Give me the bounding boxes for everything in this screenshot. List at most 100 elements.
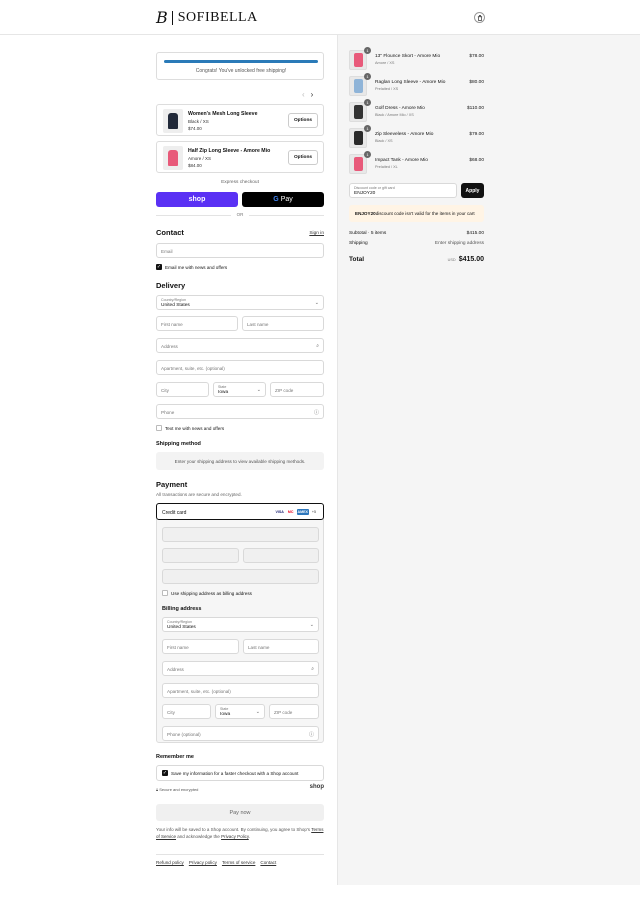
- options-button[interactable]: Options: [288, 150, 318, 165]
- billing-address-field[interactable]: Address ⌕: [162, 661, 319, 676]
- discount-label: Discount code or gift card: [354, 186, 395, 190]
- order-item: 1 Raglan Long Sleeve - Amore Mio Prelait…: [349, 73, 484, 96]
- last-name-placeholder: Last name: [247, 322, 269, 327]
- billing-country-select[interactable]: Country/Region United States ⌄: [162, 617, 319, 632]
- secure-label: Secure and encrypted: [159, 787, 199, 792]
- chevron-down-icon: ⌄: [309, 622, 314, 628]
- card-expiry-field[interactable]: [162, 548, 239, 563]
- item-name: Golf Dress - Amore Mio: [375, 106, 425, 111]
- warning-code: ENJOY20: [355, 211, 376, 216]
- shipping-method-heading: Shipping method: [156, 441, 201, 447]
- checkmark-icon: ✓: [162, 770, 168, 776]
- total-row: Total USD $415.00: [349, 256, 484, 263]
- email-field[interactable]: Email: [156, 243, 324, 258]
- terms-of-service-link[interactable]: Terms of service: [222, 860, 255, 865]
- free-shipping-message: Congrats! You've unlocked free shipping!: [195, 68, 287, 74]
- item-price: $78.00: [469, 54, 484, 59]
- chevron-right-icon[interactable]: ›: [311, 90, 314, 99]
- billing-city-field[interactable]: City: [162, 704, 211, 719]
- email-placeholder: Email: [161, 249, 173, 254]
- country-select[interactable]: Country/Region United States ⌄: [156, 295, 324, 310]
- order-item: 1 13" Flounce Skort - Amore Mio Amore / …: [349, 47, 484, 70]
- item-name: Impact Tank - Amore Mio: [375, 158, 428, 163]
- last-name-field[interactable]: Last name: [242, 316, 324, 331]
- payment-box: Credit card VISA MC AMEX +5 Use shipping…: [156, 503, 324, 743]
- logo-divider: [171, 10, 173, 25]
- zip-field[interactable]: ZIP code: [270, 382, 324, 397]
- total-value: $415.00: [458, 256, 484, 263]
- privacy-link[interactable]: Privacy Policy: [221, 834, 249, 839]
- item-name: Zip Sleeveless - Amore Mio: [375, 132, 434, 137]
- card-cvv-field[interactable]: [243, 548, 319, 563]
- pay-now-button[interactable]: Pay now: [156, 804, 324, 821]
- shipping-row: Shipping Enter shipping address: [349, 241, 484, 246]
- billing-phone-field[interactable]: Phone (optional) ⓘ: [162, 726, 319, 741]
- billing-last-name-field[interactable]: Last name: [243, 639, 319, 654]
- discount-code-field[interactable]: Discount code or gift card ENJOY20: [349, 183, 457, 198]
- search-icon: ⌕: [316, 343, 319, 349]
- contact-link[interactable]: Contact: [260, 860, 276, 865]
- express-checkout-label: Express checkout: [221, 180, 259, 185]
- address-placeholder: Address: [161, 344, 178, 349]
- save-info-checkbox[interactable]: ✓ Save my information for a faster checko…: [162, 770, 298, 776]
- upsell-price: $74.00: [188, 126, 202, 131]
- apartment-placeholder: Apartment, suite, etc. (optional): [161, 366, 225, 371]
- shipping-value: Enter shipping address: [434, 241, 484, 246]
- shipping-label: Shipping: [349, 241, 368, 246]
- address-field[interactable]: Address ⌕: [156, 338, 324, 353]
- country-label: Country/Region: [161, 298, 186, 302]
- state-value: Iowa: [220, 712, 231, 717]
- options-button[interactable]: Options: [288, 113, 318, 128]
- logo[interactable]: B SOFIBELLA: [156, 8, 258, 27]
- shopping-bag-icon[interactable]: [474, 12, 485, 23]
- phone-placeholder: Phone: [161, 410, 175, 415]
- state-select[interactable]: State Iowa ⌄: [213, 382, 266, 397]
- checkmark-icon: ✓: [156, 264, 162, 270]
- item-price: $68.00: [469, 158, 484, 163]
- apply-button[interactable]: Apply: [461, 183, 484, 198]
- billing-first-name-field[interactable]: First name: [162, 639, 239, 654]
- mastercard-icon: MC: [287, 510, 294, 514]
- product-image: [163, 109, 183, 133]
- first-name-field[interactable]: First name: [156, 316, 238, 331]
- help-icon[interactable]: ⓘ: [309, 731, 314, 738]
- upsell-title: Half Zip Long Sleeve - Amore Mio: [188, 148, 271, 154]
- upsell-title: Women's Mesh Long Sleeve: [188, 111, 258, 117]
- use-shipping-checkbox[interactable]: Use shipping address as billing address: [162, 590, 252, 596]
- help-icon[interactable]: ⓘ: [314, 409, 319, 416]
- refund-policy-link[interactable]: Refund policy: [156, 860, 184, 865]
- privacy-policy-link[interactable]: Privacy policy: [189, 860, 217, 865]
- quantity-badge: 1: [364, 125, 371, 132]
- zip-placeholder: ZIP code: [274, 710, 293, 715]
- text-news-checkbox[interactable]: Text me with news and offers: [156, 425, 224, 431]
- google-pay-button[interactable]: G Pay: [242, 192, 324, 207]
- billing-state-select[interactable]: State Iowa ⌄: [215, 704, 265, 719]
- city-field[interactable]: City: [156, 382, 209, 397]
- card-number-field[interactable]: [162, 527, 319, 542]
- shop-pay-button[interactable]: shop: [156, 192, 238, 207]
- payment-heading: Payment: [156, 480, 188, 489]
- chevron-down-icon: ⌄: [314, 300, 319, 306]
- product-image: [163, 146, 183, 170]
- checkbox-box: [156, 425, 162, 431]
- phone-placeholder: Phone (optional): [167, 732, 201, 737]
- phone-field[interactable]: Phone ⓘ: [156, 404, 324, 419]
- billing-zip-field[interactable]: ZIP code: [269, 704, 319, 719]
- apartment-field[interactable]: Apartment, suite, etc. (optional): [156, 360, 324, 375]
- subtotal-label: Subtotal · 5 items: [349, 231, 387, 236]
- use-shipping-label: Use shipping address as billing address: [171, 590, 252, 596]
- item-variant: Black / XS: [375, 139, 393, 143]
- sign-in-link[interactable]: Sign in: [309, 231, 324, 236]
- item-variant: Amore / XS: [375, 61, 395, 65]
- card-name-field[interactable]: [162, 569, 319, 584]
- footer-divider: [156, 854, 324, 855]
- quantity-badge: 1: [364, 73, 371, 80]
- item-price: $80.00: [469, 80, 484, 85]
- checkbox-box: [162, 590, 168, 596]
- chevron-left-icon[interactable]: ‹: [302, 90, 305, 99]
- address-placeholder: Address: [167, 667, 184, 672]
- upsell-variant: Black / XS: [188, 119, 209, 124]
- credit-card-option[interactable]: Credit card VISA MC AMEX +5: [156, 503, 324, 520]
- email-news-checkbox[interactable]: ✓ Email me with news and offers: [156, 264, 227, 270]
- billing-apartment-field[interactable]: Apartment, suite, etc. (optional): [162, 683, 319, 698]
